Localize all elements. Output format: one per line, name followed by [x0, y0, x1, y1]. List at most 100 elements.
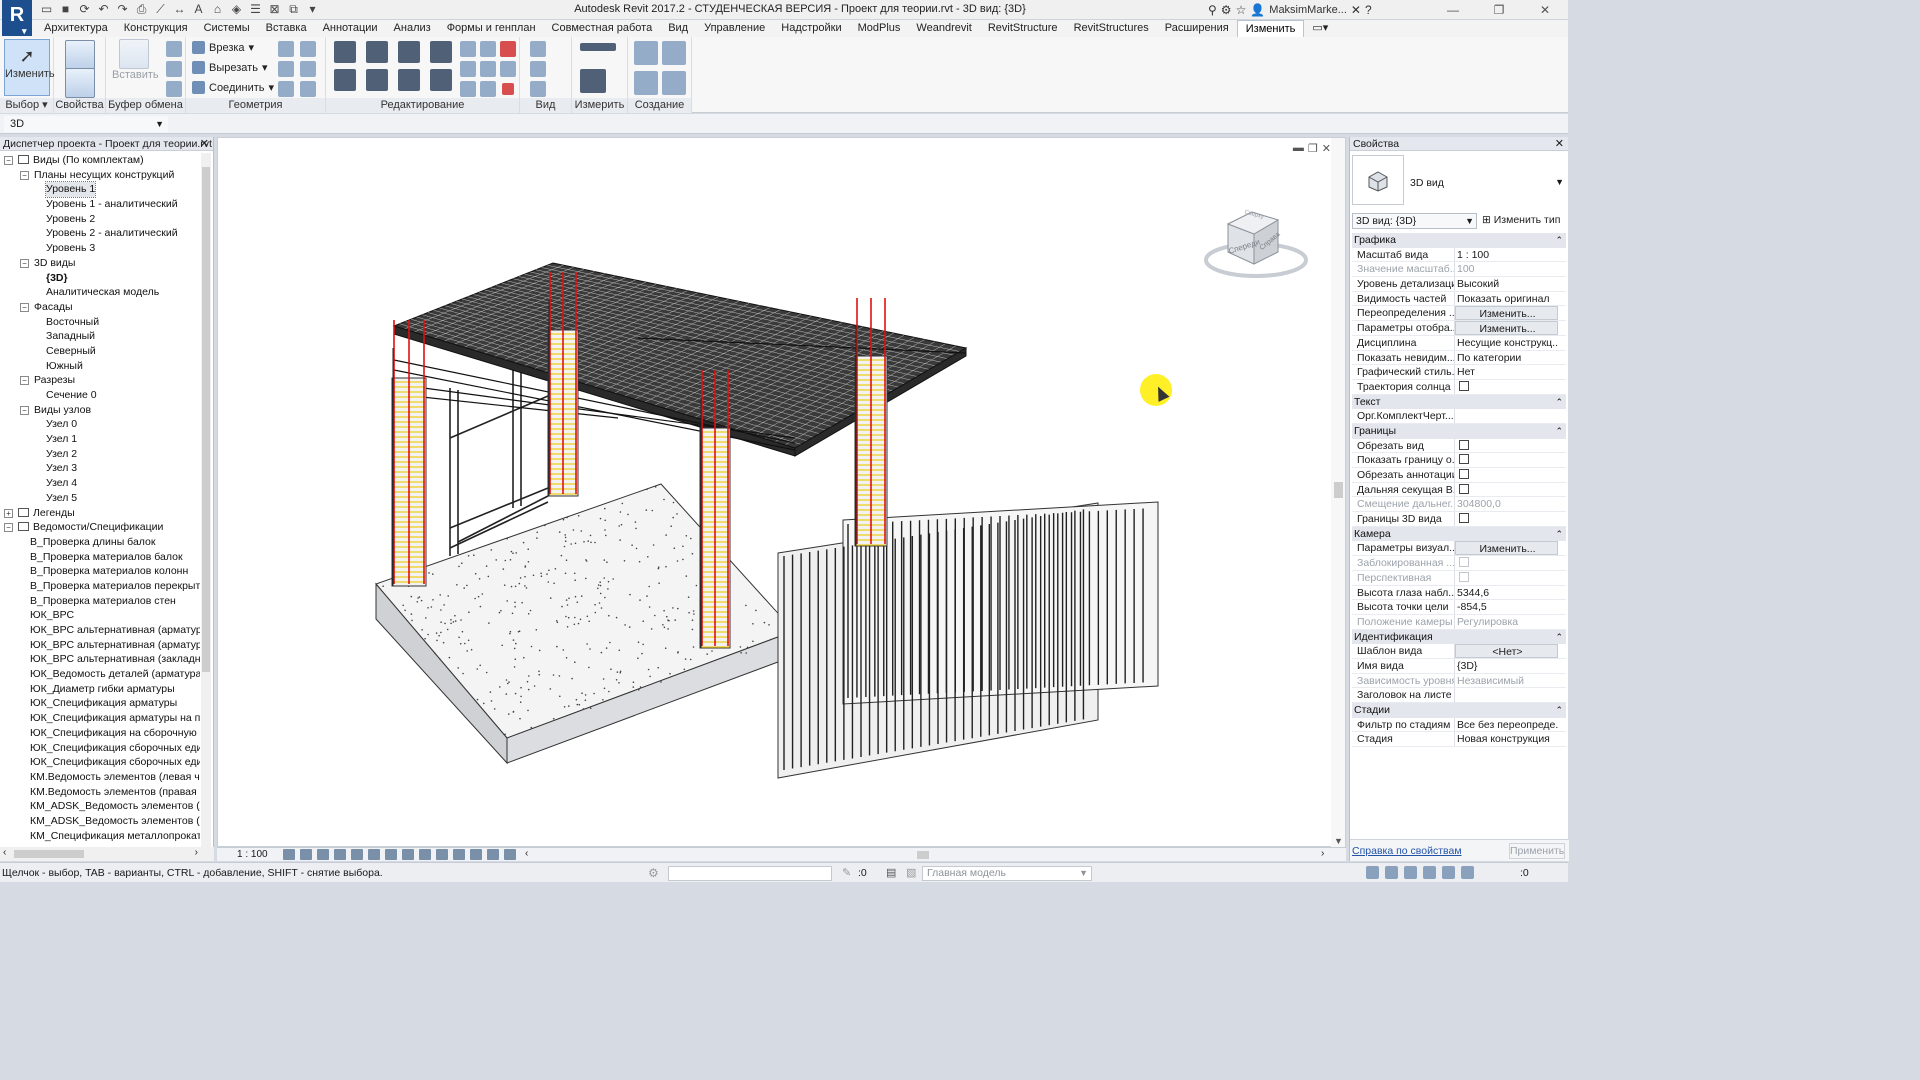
property-checkbox-cell[interactable] — [1455, 468, 1558, 482]
collapse-icon[interactable]: ⌃ — [1555, 395, 1563, 410]
reveal-hidden-icon[interactable] — [436, 849, 448, 860]
thin-lines-icon[interactable]: ☰ — [247, 1, 264, 18]
browser-item[interactable]: Аналитическая модель — [0, 285, 200, 300]
ribbon-tab[interactable]: Надстройки — [773, 20, 849, 37]
browser-item[interactable]: {3D} — [0, 271, 200, 286]
paste-button[interactable]: Вставить — [112, 39, 159, 81]
trim-icon[interactable] — [500, 61, 516, 77]
ribbon-minimize-icon[interactable]: ▭▾ — [1304, 20, 1336, 37]
hide-icon[interactable] — [530, 41, 546, 57]
browser-item[interactable]: − Виды (По комплектам) — [0, 153, 200, 168]
switch-windows-icon[interactable]: ⧉ — [285, 1, 302, 18]
close-icon[interactable]: ✕ — [1555, 137, 1564, 151]
temporary-view-icon[interactable] — [453, 849, 465, 860]
pin-icon[interactable] — [300, 81, 316, 97]
copy-element-icon[interactable] — [366, 69, 388, 91]
view-type-select[interactable]: 3D ▼ — [4, 116, 168, 132]
browser-item[interactable]: ЮК_ВРС — [0, 608, 200, 623]
browser-item[interactable]: ЮК_ВРС альтернативная (арматура, — [0, 638, 200, 653]
collapse-icon[interactable]: ⌃ — [1555, 233, 1563, 248]
modify-button[interactable]: ➚ Изменить — [4, 39, 55, 96]
property-category[interactable]: Камера ⌃ — [1352, 526, 1566, 542]
browser-item[interactable]: КМ_ADSK_Ведомость элементов (пр — [0, 814, 200, 829]
split-icon[interactable] — [460, 41, 476, 57]
ribbon-tab[interactable]: RevitStructures — [1066, 20, 1157, 37]
rotate-icon[interactable] — [398, 69, 420, 91]
help-icon[interactable]: ? — [1365, 3, 1372, 17]
browser-item[interactable]: Узел 0 — [0, 417, 200, 432]
property-value[interactable]: 1 : 100 — [1455, 248, 1558, 262]
scroll-down-icon[interactable]: ▼ — [1334, 836, 1343, 846]
checkbox[interactable] — [1459, 380, 1469, 391]
browser-item[interactable]: КМ_ADSK_Ведомость элементов (ле — [0, 799, 200, 814]
browser-item[interactable]: − Виды узлов — [0, 403, 200, 418]
instance-filter-select[interactable]: 3D вид: {3D} ▼ — [1352, 213, 1477, 229]
browser-item[interactable]: ЮК_ВРС альтернативная (закладные — [0, 652, 200, 667]
property-value[interactable]: Все без переопреде... — [1455, 718, 1558, 732]
match-properties-icon[interactable] — [166, 81, 182, 97]
trim-multiple-icon[interactable] — [480, 81, 496, 97]
shadows-icon[interactable] — [334, 849, 346, 860]
create-parts-icon[interactable] — [662, 41, 686, 65]
delete-icon[interactable] — [502, 83, 514, 95]
worksets-icon[interactable]: ⚙ — [648, 866, 659, 880]
ribbon-tab[interactable]: Изменить — [1236, 20, 1305, 37]
properties-help-link[interactable]: Справка по свойствам — [1352, 845, 1462, 857]
ribbon-tab[interactable]: ModPlus — [850, 20, 909, 37]
redo-icon[interactable]: ↷ — [114, 1, 131, 18]
editing-requests-icon[interactable]: ✎ — [842, 866, 851, 879]
browser-item[interactable]: В_Проверка материалов балок — [0, 550, 200, 565]
create-group-icon[interactable] — [634, 71, 658, 95]
split-element-icon[interactable] — [278, 81, 294, 97]
collapse-icon[interactable]: − — [20, 302, 29, 312]
collapse-icon[interactable]: − — [4, 523, 13, 533]
type-properties-button[interactable] — [62, 40, 98, 70]
browser-item[interactable]: ЮК_Ведомость деталей (арматура) — [0, 667, 200, 682]
minimize-icon[interactable]: ▬ — [1293, 142, 1304, 155]
search-icon[interactable]: ⚲ — [1208, 3, 1217, 17]
select-filter-icon[interactable] — [1461, 866, 1474, 879]
paint-icon[interactable] — [300, 41, 316, 57]
save-icon[interactable]: ■ — [57, 1, 74, 18]
property-value[interactable]: Новая конструкция — [1455, 732, 1558, 746]
app-menu-button[interactable]: R ▾ — [2, 0, 32, 36]
browser-item[interactable]: ЮК_Спецификация сборочных еди — [0, 755, 200, 770]
restore-icon[interactable]: ❐ — [1308, 142, 1318, 155]
browser-item[interactable]: Уровень 1 — [0, 181, 200, 199]
properties-button[interactable] — [62, 68, 98, 98]
browser-item[interactable]: ЮК_Спецификация на сборочную е — [0, 726, 200, 741]
browser-hscroll[interactable]: ‹ › — [0, 847, 214, 861]
checkbox[interactable] — [1459, 439, 1469, 450]
browser-item[interactable]: КМ.Ведомость элементов (правая ч — [0, 785, 200, 800]
section-icon[interactable]: ◈ — [228, 1, 245, 18]
scale-icon[interactable] — [480, 61, 496, 77]
view-scale[interactable]: 1 : 100 — [237, 849, 268, 860]
align-icon[interactable] — [334, 41, 356, 63]
browser-item[interactable]: КМ.Ведомость элементов (левая ча — [0, 770, 200, 785]
browser-item[interactable]: Сечение 0 — [0, 388, 200, 403]
browser-item[interactable]: КМ_Спецификация металлопроката — [0, 829, 200, 844]
chevron-down-icon[interactable]: ▼ — [1555, 177, 1564, 187]
scroll-right-icon[interactable]: › — [195, 847, 198, 858]
highlight-displacement-icon[interactable] — [487, 849, 499, 860]
browser-item[interactable]: Уровень 1 - аналитический — [0, 197, 200, 212]
browser-item[interactable]: − Ведомости/Спецификации — [0, 520, 200, 535]
open-icon[interactable]: ▭ — [38, 1, 55, 18]
unpin-icon[interactable] — [500, 41, 516, 57]
browser-item[interactable]: ЮК_Диаметр гибки арматуры — [0, 682, 200, 697]
collapse-icon[interactable]: − — [4, 156, 13, 165]
browser-item[interactable]: ЮК_Спецификация арматуры на пе — [0, 711, 200, 726]
cut-icon[interactable] — [166, 41, 182, 57]
view-hscroll[interactable] — [527, 850, 1327, 860]
browser-item[interactable]: Западный — [0, 329, 200, 344]
detail-level-icon[interactable] — [283, 849, 295, 860]
property-checkbox-cell[interactable] — [1455, 512, 1558, 526]
trim-extend-icon[interactable] — [430, 69, 452, 91]
browser-item[interactable]: Узел 2 — [0, 447, 200, 462]
property-category[interactable]: Графика ⌃ — [1352, 233, 1566, 248]
ribbon-tab[interactable]: Аннотации — [315, 20, 386, 37]
collapse-icon[interactable]: ⌃ — [1555, 527, 1563, 542]
browser-item[interactable]: Уровень 3 — [0, 241, 200, 256]
override-icon[interactable] — [530, 61, 546, 77]
browser-item[interactable]: ЮК_ВРС альтернативная (арматура — [0, 623, 200, 638]
